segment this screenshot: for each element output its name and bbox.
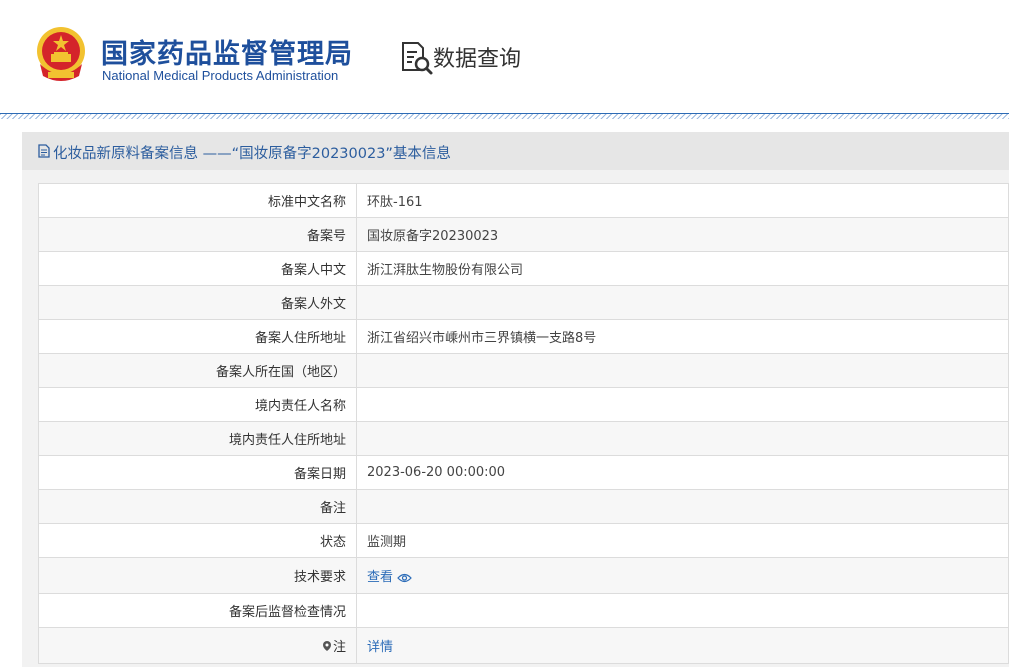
row-label: 境内责任人名称: [38, 387, 357, 422]
row-value: 浙江湃肽生物股份有限公司: [356, 251, 1009, 286]
row-value: [356, 353, 1009, 388]
row-value: [356, 387, 1009, 422]
table-row: 备案人外文: [38, 285, 1009, 320]
row-value: 监测期: [356, 523, 1009, 558]
row-value: [356, 489, 1009, 524]
row-label: 境内责任人住所地址: [38, 421, 357, 456]
row-value: 国妆原备字20230023: [356, 217, 1009, 252]
row-label: 备案人中文: [38, 251, 357, 286]
table-row: 状态 监测期: [38, 523, 1009, 558]
row-label: 状态: [38, 523, 357, 558]
site-logo-text-cn: 国家药品监督管理局: [101, 39, 353, 70]
row-label: 备案号: [38, 217, 357, 252]
panel-title: 化妆品新原料备案信息 ——“国妆原备字20230023”基本信息: [53, 146, 451, 162]
table-row: 备注: [38, 489, 1009, 524]
table-row: 注 详情: [38, 627, 1009, 664]
row-value: [356, 593, 1009, 628]
row-value: 环肽-161: [356, 183, 1009, 218]
row-label: 备案后监督检查情况: [38, 593, 357, 628]
row-value: 2023-06-20 00:00:00: [356, 455, 1009, 490]
row-value: 查看: [356, 557, 1009, 594]
row-value: 浙江省绍兴市嵊州市三界镇横一支路8号: [356, 319, 1009, 354]
note-label: 注: [332, 640, 346, 655]
row-label: 备案日期: [38, 455, 357, 490]
eye-icon[interactable]: [397, 573, 412, 583]
table-row: 境内责任人名称: [38, 387, 1009, 422]
table-row: 境内责任人住所地址: [38, 421, 1009, 456]
table-row: 备案号 国妆原备字20230023: [38, 217, 1009, 252]
pin-icon: [322, 641, 331, 651]
row-value: [356, 285, 1009, 320]
row-label: 备案人外文: [38, 285, 357, 320]
table-row: 标准中文名称 环肽-161: [38, 183, 1009, 218]
row-label: 备注: [38, 489, 357, 524]
site-logo-text-en: National Medical Products Administration: [102, 68, 339, 83]
page-title: 数据查询: [433, 47, 522, 72]
row-label: 备案人所在国（地区）: [38, 353, 357, 388]
info-table: 标准中文名称 环肽-161 备案号 国妆原备字20230023 备案人中文 浙江…: [38, 183, 1009, 664]
table-row: 技术要求 查看: [38, 557, 1009, 594]
national-emblem-icon: [37, 27, 85, 81]
table-row: 备案人住所地址 浙江省绍兴市嵊州市三界镇横一支路8号: [38, 319, 1009, 354]
table-row: 备案人中文 浙江湃肽生物股份有限公司: [38, 251, 1009, 286]
table-row: 备案人所在国（地区）: [38, 353, 1009, 388]
row-value: [356, 421, 1009, 456]
row-value: 详情: [356, 627, 1009, 664]
document-icon: [38, 144, 50, 158]
header-divider: [0, 113, 1009, 119]
table-row: 备案日期 2023-06-20 00:00:00: [38, 455, 1009, 490]
view-tech-requirements-link[interactable]: 查看: [367, 570, 393, 585]
site-header: 国家药品监督管理局 National Medical Products Admi…: [0, 0, 1009, 114]
row-label: 技术要求: [38, 557, 357, 594]
row-label: 标准中文名称: [38, 183, 357, 218]
table-row: 备案后监督检查情况: [38, 593, 1009, 628]
row-label: 备案人住所地址: [38, 319, 357, 354]
panel-title-bar: 化妆品新原料备案信息 ——“国妆原备字20230023”基本信息: [22, 132, 1009, 170]
document-search-icon: [402, 42, 433, 75]
row-label-note: 注: [38, 627, 357, 664]
details-link[interactable]: 详情: [367, 640, 393, 655]
